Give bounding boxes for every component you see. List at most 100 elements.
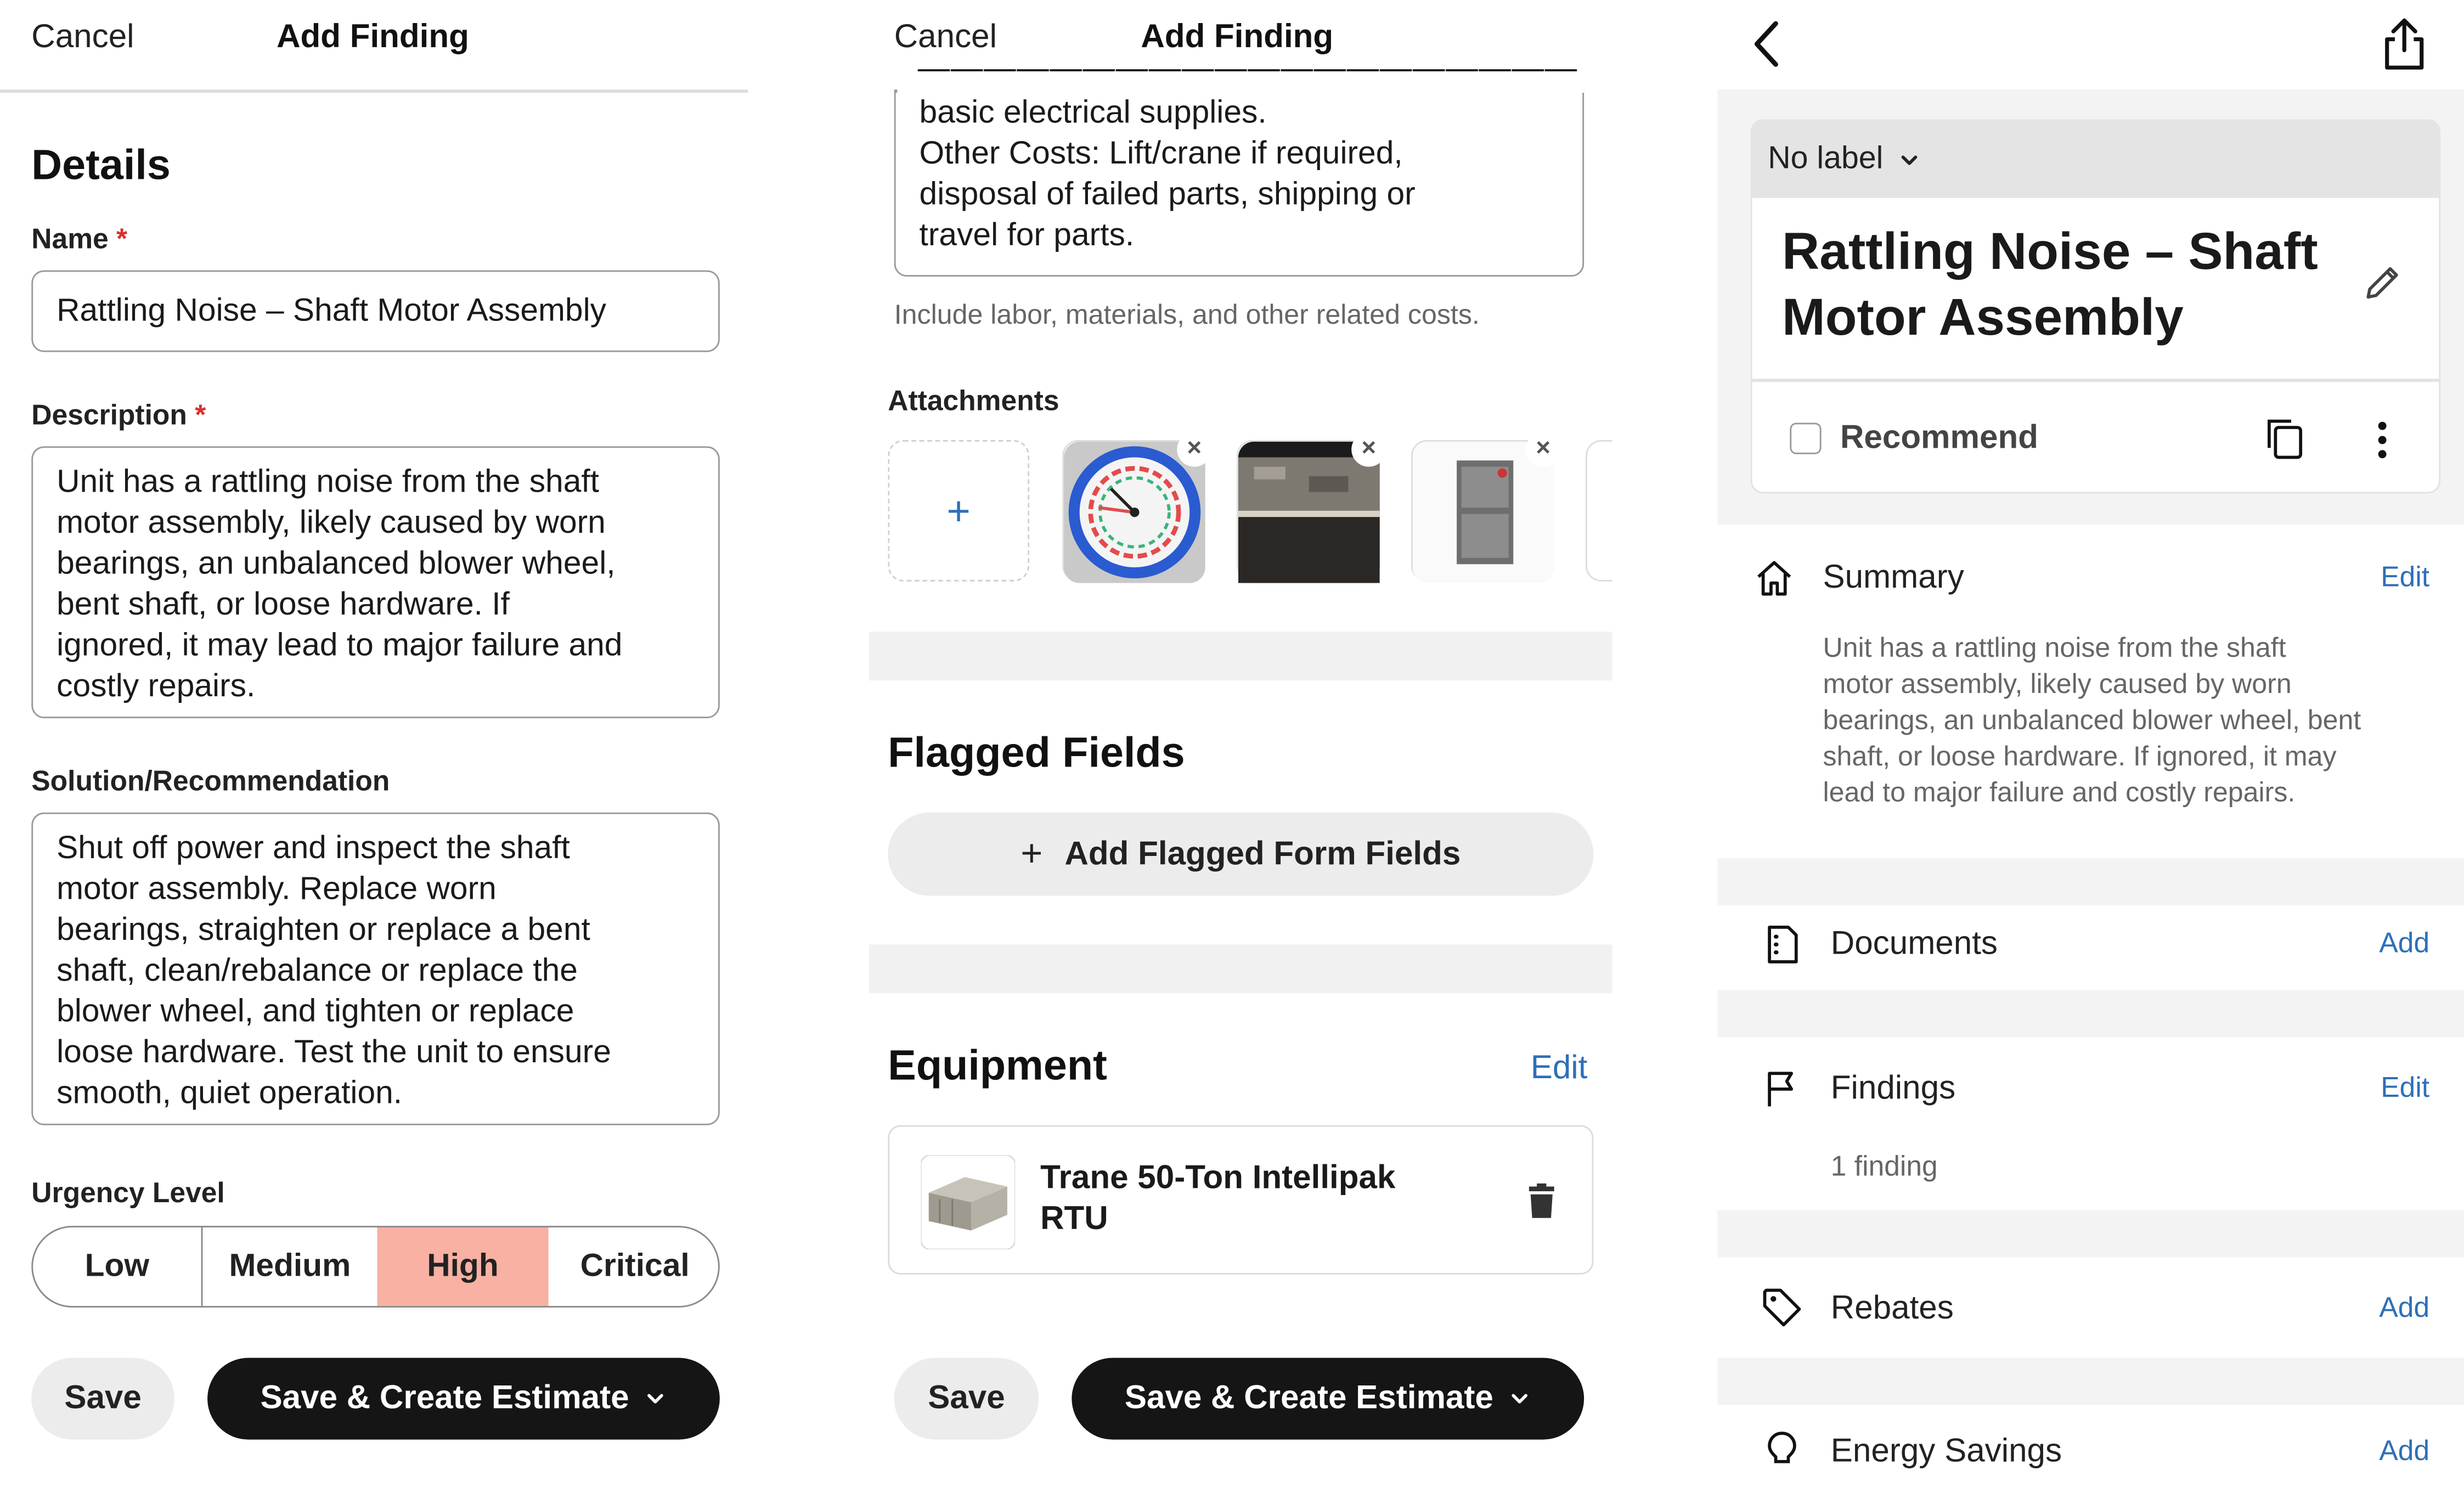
lightbulb-icon <box>1768 1432 1796 1463</box>
section-separator <box>869 632 1612 681</box>
header-edge <box>894 89 1585 93</box>
rebates-add-link[interactable]: Add <box>2379 1292 2429 1325</box>
summary-edit-link[interactable]: Edit <box>2381 561 2429 594</box>
urgency-critical[interactable]: Critical <box>549 1227 718 1306</box>
name-label: Name * <box>31 223 127 256</box>
documents-label: Documents <box>1830 926 1998 962</box>
save-create-estimate-label: Save & Create Estimate <box>260 1379 629 1416</box>
cancel-button[interactable]: Cancel <box>894 19 997 57</box>
label-selector[interactable]: No label <box>1752 121 2439 198</box>
attachment-counter-photo[interactable]: × <box>1237 432 1386 583</box>
name-label-text: Name <box>31 223 109 255</box>
recommend-checkbox[interactable] <box>1790 422 1822 454</box>
description-field-value: Unit has a rattling noise from the shaft… <box>57 463 623 705</box>
save-create-estimate-button[interactable]: Save & Create Estimate <box>207 1357 720 1440</box>
equipment-edit-link[interactable]: Edit <box>1531 1050 1588 1088</box>
remove-attachment-icon[interactable]: × <box>1526 432 1561 467</box>
description-label-text: Description <box>31 399 187 431</box>
urgency-low[interactable]: Low <box>33 1227 203 1306</box>
description-field[interactable]: Unit has a rattling noise from the shaft… <box>31 446 720 718</box>
attachments-label: Attachments <box>888 385 1059 417</box>
flag-icon <box>1768 1072 1794 1107</box>
rebates-label: Rebates <box>1830 1290 1954 1327</box>
chevron-down-icon <box>1512 1394 1528 1404</box>
card-divider <box>1752 379 2439 381</box>
summary-label: Summary <box>1823 559 1964 596</box>
copy-icon[interactable] <box>2264 416 2305 460</box>
urgency-medium[interactable]: Medium <box>202 1227 377 1306</box>
tag-icon <box>1763 1288 1801 1327</box>
save-create-estimate-label: Save & Create Estimate <box>1124 1379 1493 1416</box>
solution-label: Solution/Recommendation <box>31 765 390 797</box>
equipment-thumbnail <box>921 1155 1016 1250</box>
attachment-partial-thumb[interactable] <box>1585 440 1612 582</box>
flagged-fields-heading: Flagged Fields <box>888 729 1185 776</box>
costs-field-value: basic electrical supplies. Other Costs: … <box>919 94 1416 253</box>
summary-text: Unit has a rattling noise from the shaft… <box>1823 632 2361 808</box>
finding-detail-panel: No label Rattling Noise – Shaft Motor As… <box>1717 0 2464 1493</box>
label-selector-value: No label <box>1768 141 1884 176</box>
header-title: Add Finding <box>1141 19 1334 55</box>
add-attachment-button[interactable]: + <box>888 440 1030 582</box>
attachment-gauge-photo[interactable]: × <box>1062 432 1212 583</box>
header-title: Add Finding <box>277 19 469 55</box>
remove-attachment-icon[interactable]: × <box>1177 432 1212 467</box>
title-card: No label Rattling Noise – Shaft Motor As… <box>1750 119 2441 494</box>
documents-add-link[interactable]: Add <box>2379 927 2429 960</box>
section-separator <box>1717 858 2464 905</box>
more-vertical-icon[interactable] <box>2375 420 2390 460</box>
costs-hint: Include labor, materials, and other rela… <box>894 298 1480 330</box>
chevron-down-icon <box>1902 155 1918 165</box>
plus-icon: + <box>1020 832 1043 875</box>
header-divider <box>0 89 748 92</box>
energy-savings-add-link[interactable]: Add <box>2379 1435 2429 1468</box>
attachment-furnace-photo[interactable]: × <box>1411 432 1561 583</box>
pencil-edit-icon[interactable] <box>2362 262 2403 303</box>
home-icon <box>1757 561 1791 596</box>
cancel-button[interactable]: Cancel <box>31 19 134 57</box>
name-field[interactable]: Rattling Noise – Shaft Motor Assembly <box>31 270 720 352</box>
section-separator <box>1717 1210 2464 1258</box>
energy-savings-label: Energy Savings <box>1830 1433 2062 1470</box>
box-edge <box>894 89 897 93</box>
save-button[interactable]: Save <box>894 1357 1039 1440</box>
finding-title: Rattling Noise – Shaft Motor Assembly <box>1782 221 2318 346</box>
trash-icon[interactable] <box>1524 1183 1559 1221</box>
save-button-label: Save <box>928 1379 1005 1416</box>
urgency-segmented-control: Low Medium High Critical <box>31 1226 720 1308</box>
save-button-label: Save <box>64 1379 142 1416</box>
document-icon <box>1768 926 1798 964</box>
name-field-value: Rattling Noise – Shaft Motor Assembly <box>57 292 606 329</box>
details-heading: Details <box>31 141 171 189</box>
equipment-card[interactable]: Trane 50-Ton Intellipak RTU <box>888 1125 1594 1275</box>
chevron-down-icon <box>647 1394 664 1404</box>
plus-icon: + <box>946 486 971 534</box>
section-separator <box>869 944 1612 994</box>
required-marker: * <box>195 399 206 431</box>
add-finding-panel-attachments: basic electrical supplies. Other Costs: … <box>869 0 1612 1493</box>
add-finding-panel-details: Cancel Add Finding Details Name * Rattlin… <box>0 0 748 1493</box>
save-create-estimate-button[interactable]: Save & Create Estimate <box>1072 1357 1585 1440</box>
add-flagged-fields-button[interactable]: + Add Flagged Form Fields <box>888 812 1594 896</box>
urgency-label: Urgency Level <box>31 1177 225 1209</box>
costs-clipped-line: ———————————————————— <box>894 63 1584 101</box>
remove-attachment-icon[interactable]: × <box>1351 432 1386 467</box>
solution-field-value: Shut off power and inspect the shaft mot… <box>57 830 611 1111</box>
section-separator <box>1717 1357 2464 1405</box>
description-label: Description * <box>31 399 206 432</box>
back-chevron-icon[interactable] <box>1749 19 1784 69</box>
section-separator <box>1717 990 2464 1038</box>
clipped-text-fragment: ———————————————————— <box>917 63 1578 87</box>
recommend-label: Recommend <box>1840 419 2038 456</box>
equipment-heading: Equipment <box>888 1041 1107 1089</box>
urgency-high-selected[interactable]: High <box>377 1227 549 1306</box>
share-icon[interactable] <box>2381 16 2428 72</box>
required-marker: * <box>116 223 128 255</box>
solution-field[interactable]: Shut off power and inspect the shaft mot… <box>31 812 720 1125</box>
findings-label: Findings <box>1830 1070 1956 1107</box>
findings-edit-link[interactable]: Edit <box>2381 1072 2429 1105</box>
findings-count: 1 finding <box>1830 1150 1938 1182</box>
equipment-name: Trane 50-Ton Intellipak RTU <box>1040 1159 1396 1237</box>
save-button[interactable]: Save <box>31 1357 174 1440</box>
add-flagged-fields-label: Add Flagged Form Fields <box>1064 835 1461 872</box>
